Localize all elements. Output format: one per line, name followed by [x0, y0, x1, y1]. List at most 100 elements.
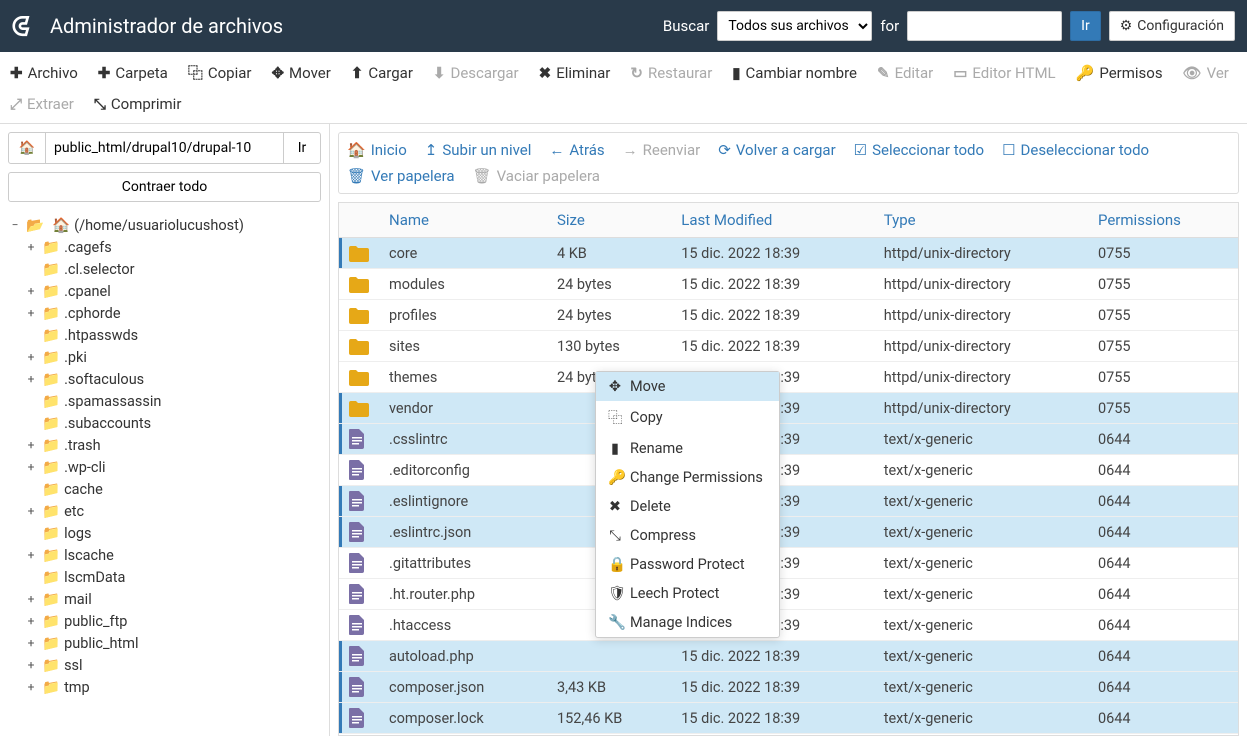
compress-button[interactable]: ⤡Comprimir	[84, 89, 192, 119]
ctx-permissions[interactable]: 🔑Change Permissions	[596, 463, 779, 492]
table-row[interactable]: themes24 bytes15 dic. 2022 18:39httpd/un…	[339, 362, 1238, 393]
ctx-compress[interactable]: ⤡Compress	[596, 521, 779, 550]
tree-item[interactable]: +📁mail	[8, 588, 321, 610]
tree-item[interactable]: +📁lscache	[8, 544, 321, 566]
expand-icon[interactable]: +	[24, 438, 38, 452]
expand-icon[interactable]: +	[24, 240, 38, 254]
expand-icon[interactable]: +	[24, 680, 38, 694]
html-editor-button[interactable]: ▭Editor HTML	[943, 56, 1065, 89]
ctx-copy[interactable]: ⿻Copy	[596, 401, 779, 434]
ctx-move[interactable]: ✥Move	[596, 372, 779, 401]
table-row[interactable]: sites130 bytes15 dic. 2022 18:39httpd/un…	[339, 331, 1238, 362]
tree-item[interactable]: +📁etc	[8, 500, 321, 522]
tree-item[interactable]: +📁.softaculous	[8, 368, 321, 390]
extract-button[interactable]: ⤢Extraer	[0, 89, 84, 119]
search-go-button[interactable]: Ir	[1070, 11, 1101, 41]
expand-icon[interactable]: +	[24, 350, 38, 364]
tree-item[interactable]: +📁.trash	[8, 434, 321, 456]
col-size[interactable]: Size	[547, 203, 671, 238]
expand-icon[interactable]: +	[24, 592, 38, 606]
expand-icon[interactable]: +	[24, 658, 38, 672]
view-button[interactable]: 👁Ver	[1173, 56, 1239, 89]
tree-item[interactable]: 📁.htpasswds	[8, 324, 321, 346]
expand-icon[interactable]: +	[24, 372, 38, 386]
expand-icon[interactable]: +	[24, 306, 38, 320]
upload-button[interactable]: ⬆Cargar	[341, 56, 423, 89]
table-row[interactable]: profiles24 bytes15 dic. 2022 18:39httpd/…	[339, 300, 1238, 331]
table-row[interactable]: autoload.php15 dic. 2022 18:39text/x-gen…	[339, 641, 1238, 672]
table-row[interactable]: vendor15 dic. 2022 18:39httpd/unix-direc…	[339, 393, 1238, 424]
ctx-rename[interactable]: ▮Rename	[596, 434, 779, 463]
config-button[interactable]: ⚙Configuración	[1109, 11, 1235, 41]
col-modified[interactable]: Last Modified	[671, 203, 873, 238]
col-type[interactable]: Type	[874, 203, 1088, 238]
copy-button[interactable]: ⿻Copiar	[178, 56, 262, 89]
nav-home[interactable]: 🏠Inicio	[347, 139, 407, 161]
tree-item[interactable]: +📁public_html	[8, 632, 321, 654]
table-row[interactable]: composer.json3,43 KB15 dic. 2022 18:39te…	[339, 672, 1238, 703]
table-row[interactable]: .gitattributes15 dic. 2022 18:39text/x-g…	[339, 548, 1238, 579]
nav-select-all[interactable]: ☑Seleccionar todo	[854, 139, 984, 161]
expand-icon[interactable]: +	[24, 460, 38, 474]
table-row[interactable]: .ht.router.php15 dic. 2022 18:39text/x-g…	[339, 579, 1238, 610]
col-icon[interactable]	[339, 203, 379, 238]
nav-deselect-all[interactable]: ☐Deseleccionar todo	[1002, 139, 1149, 161]
nav-reload[interactable]: ⟳Volver a cargar	[718, 139, 835, 161]
tree-item[interactable]: +📁.cpanel	[8, 280, 321, 302]
tree-item[interactable]: 📁.subaccounts	[8, 412, 321, 434]
table-row[interactable]: .eslintignore15 dic. 2022 18:39text/x-ge…	[339, 486, 1238, 517]
tree-item[interactable]: 📁.spamassassin	[8, 390, 321, 412]
tree-root[interactable]: − 📂 🏠 (/home/usuariolucushost)	[8, 214, 321, 236]
path-input[interactable]	[46, 132, 283, 164]
edit-button[interactable]: ✎Editar	[867, 56, 943, 89]
tree-item[interactable]: +📁.cagefs	[8, 236, 321, 258]
ctx-password[interactable]: 🔒Password Protect	[596, 550, 779, 579]
delete-button[interactable]: ✖Eliminar	[529, 56, 621, 89]
table-row[interactable]: .csslintrc15 dic. 2022 18:39text/x-gener…	[339, 424, 1238, 455]
tree-item[interactable]: +📁.wp-cli	[8, 456, 321, 478]
table-row[interactable]: .eslintrc.json15 dic. 2022 18:39text/x-g…	[339, 517, 1238, 548]
ctx-leech[interactable]: 🛡Leech Protect	[596, 579, 779, 608]
ctx-indices[interactable]: 🔧Manage Indices	[596, 608, 779, 637]
ctx-delete[interactable]: ✖Delete	[596, 492, 779, 521]
permissions-button[interactable]: 🔑Permisos	[1066, 56, 1173, 89]
tree-item[interactable]: +📁.pki	[8, 346, 321, 368]
search-scope-select[interactable]: Todos sus archivos	[717, 11, 872, 41]
nav-up[interactable]: ↥Subir un nivel	[425, 139, 532, 161]
collapse-all-button[interactable]: Contraer todo	[8, 172, 321, 202]
move-button[interactable]: ✥Mover	[261, 56, 340, 89]
table-row[interactable]: modules24 bytes15 dic. 2022 18:39httpd/u…	[339, 269, 1238, 300]
path-home-button[interactable]: 🏠	[8, 132, 46, 164]
expand-icon[interactable]: +	[24, 636, 38, 650]
nav-empty-trash[interactable]: 🗑Vaciar papelera	[473, 165, 600, 187]
table-row[interactable]: core4 KB15 dic. 2022 18:39httpd/unix-dir…	[339, 238, 1238, 269]
tree-item[interactable]: 📁logs	[8, 522, 321, 544]
tree-item[interactable]: 📁.cl.selector	[8, 258, 321, 280]
expand-icon[interactable]: +	[24, 284, 38, 298]
table-row[interactable]: .editorconfig15 dic. 2022 18:39text/x-ge…	[339, 455, 1238, 486]
tree-item[interactable]: +📁tmp	[8, 676, 321, 698]
tree-item[interactable]: +📁.cphorde	[8, 302, 321, 324]
expand-icon[interactable]: +	[24, 504, 38, 518]
col-permissions[interactable]: Permissions	[1088, 203, 1238, 238]
search-input[interactable]	[907, 11, 1062, 41]
table-row[interactable]: .htaccess15 dic. 2022 18:39text/x-generi…	[339, 610, 1238, 641]
tree-item[interactable]: 📁lscmData	[8, 566, 321, 588]
tree-item[interactable]: +📁public_ftp	[8, 610, 321, 632]
download-button[interactable]: ⬇Descargar	[423, 56, 529, 89]
folder-button[interactable]: ✚Carpeta	[88, 56, 178, 89]
table-row[interactable]: composer.lock152,46 KB15 dic. 2022 18:39…	[339, 703, 1238, 734]
path-go-button[interactable]: Ir	[283, 132, 321, 164]
nav-view-trash[interactable]: 🗑Ver papelera	[347, 165, 455, 187]
tree-item[interactable]: 📁cache	[8, 478, 321, 500]
expand-icon[interactable]: +	[24, 548, 38, 562]
file-button[interactable]: ✚Archivo	[0, 56, 88, 89]
collapse-icon[interactable]: −	[8, 218, 22, 232]
expand-icon[interactable]: +	[24, 614, 38, 628]
nav-forward[interactable]: →Reenviar	[623, 139, 701, 161]
tree-item[interactable]: +📁ssl	[8, 654, 321, 676]
restore-button[interactable]: ↻Restaurar	[620, 56, 722, 89]
nav-back[interactable]: ←Atrás	[549, 139, 604, 161]
rename-button[interactable]: ▮Cambiar nombre	[722, 56, 867, 89]
col-name[interactable]: Name	[379, 203, 547, 238]
